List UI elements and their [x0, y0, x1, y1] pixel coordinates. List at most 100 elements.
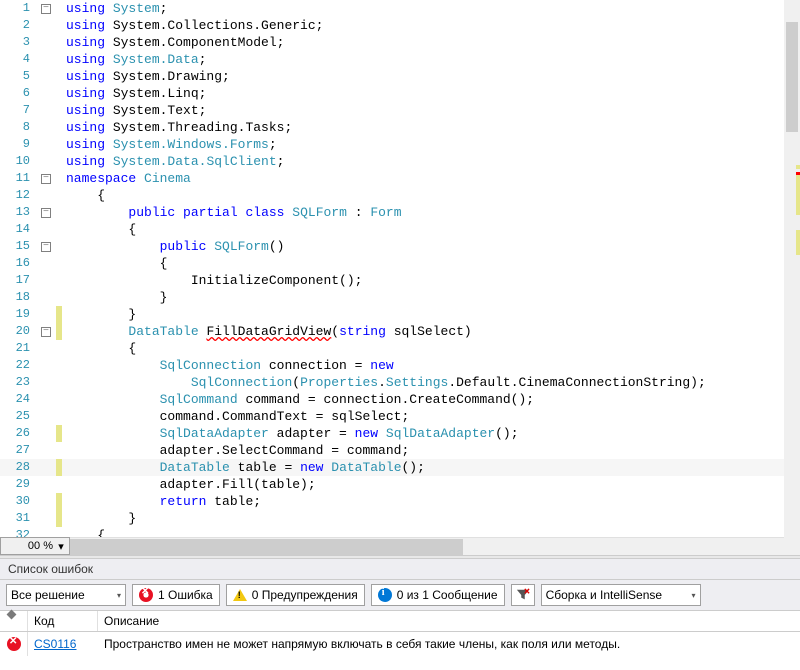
line-number: 29 — [0, 476, 36, 493]
line-number: 5 — [0, 68, 36, 85]
code-line[interactable]: 4 using System.Data; — [0, 51, 800, 68]
code-text: adapter.Fill(table); — [62, 476, 800, 493]
code-line[interactable]: 5using System.Drawing; — [0, 68, 800, 85]
col-desc-header[interactable]: Описание — [98, 611, 800, 631]
fold-gutter — [36, 391, 56, 408]
line-number: 15 — [0, 238, 36, 255]
line-number: 2 — [0, 17, 36, 34]
line-number: 14 — [0, 221, 36, 238]
code-line[interactable]: 2 using System.Collections.Generic; — [0, 17, 800, 34]
chevron-down-icon: ▾ — [117, 591, 121, 600]
warnings-filter-label: 0 Предупреждения — [252, 588, 358, 602]
fold-gutter[interactable]: − — [36, 204, 56, 221]
code-editor[interactable]: 1−using System;2 using System.Collections… — [0, 0, 800, 555]
code-line[interactable]: 8 using System.Threading.Tasks; — [0, 119, 800, 136]
code-line[interactable]: 10using System.Data.SqlClient; — [0, 153, 800, 170]
code-text: { — [62, 187, 800, 204]
line-number: 4 — [0, 51, 36, 68]
filter-icon — [516, 588, 530, 602]
errors-filter-label: 1 Ошибка — [158, 588, 213, 602]
line-number: 19 — [0, 306, 36, 323]
code-text: DataTable table = new DataTable(); — [62, 459, 800, 476]
code-line[interactable]: 14 { — [0, 221, 800, 238]
vertical-scrollbar[interactable] — [784, 0, 800, 537]
code-line[interactable]: 21 { — [0, 340, 800, 357]
code-line[interactable]: 6using System.Linq; — [0, 85, 800, 102]
fold-gutter[interactable]: − — [36, 238, 56, 255]
code-line[interactable]: 13− public partial class SQLForm : Form — [0, 204, 800, 221]
code-line[interactable]: 17 InitializeComponent(); — [0, 272, 800, 289]
fold-gutter — [36, 476, 56, 493]
line-number: 13 — [0, 204, 36, 221]
line-number: 6 — [0, 85, 36, 102]
fold-gutter[interactable]: − — [36, 323, 56, 340]
code-line[interactable]: 11−namespace Cinema — [0, 170, 800, 187]
error-icon — [139, 588, 153, 602]
code-line[interactable]: 18 } — [0, 289, 800, 306]
col-icon-header[interactable] — [0, 611, 28, 631]
fold-gutter — [36, 357, 56, 374]
code-line[interactable]: 15− public SQLForm() — [0, 238, 800, 255]
code-line[interactable]: 12 { — [0, 187, 800, 204]
code-line[interactable]: 25 command.CommandText = sqlSelect; — [0, 408, 800, 425]
errors-filter-button[interactable]: 1 Ошибка — [132, 584, 220, 606]
fold-gutter — [36, 340, 56, 357]
line-number: 10 — [0, 153, 36, 170]
code-line[interactable]: 22 SqlConnection connection = new — [0, 357, 800, 374]
line-number: 24 — [0, 391, 36, 408]
col-code-header[interactable]: Код — [28, 611, 98, 631]
fold-gutter[interactable]: − — [36, 170, 56, 187]
code-line[interactable]: 19 } — [0, 306, 800, 323]
code-text: { — [62, 255, 800, 272]
code-text: using System.Threading.Tasks; — [62, 119, 800, 136]
line-number: 1 — [0, 0, 36, 17]
source-combo[interactable]: Сборка и IntelliSense ▾ — [541, 584, 701, 606]
fold-toggle-icon: − — [41, 4, 51, 14]
error-code-link[interactable]: CS0116 — [28, 632, 98, 656]
code-line[interactable]: 30 return table; — [0, 493, 800, 510]
fold-gutter — [36, 68, 56, 85]
code-line[interactable]: 9using System.Windows.Forms; — [0, 136, 800, 153]
line-number: 23 — [0, 374, 36, 391]
code-text: adapter.SelectCommand = command; — [62, 442, 800, 459]
error-list-header: Код Описание — [0, 610, 800, 632]
code-line[interactable]: 24 SqlCommand command = connection.Creat… — [0, 391, 800, 408]
line-number: 20 — [0, 323, 36, 340]
fold-toggle-icon: − — [41, 327, 51, 337]
code-text: return table; — [62, 493, 800, 510]
fold-gutter — [36, 119, 56, 136]
scope-combo[interactable]: Все решение ▾ — [6, 584, 126, 606]
zoom-value: 00 % — [28, 540, 53, 552]
code-line[interactable]: 7using System.Text; — [0, 102, 800, 119]
code-line[interactable]: 29 adapter.Fill(table); — [0, 476, 800, 493]
error-icon — [7, 637, 21, 651]
fold-gutter — [36, 459, 56, 476]
code-text: public partial class SQLForm : Form — [62, 204, 800, 221]
fold-gutter — [36, 136, 56, 153]
code-line[interactable]: 28 DataTable table = new DataTable(); — [0, 459, 800, 476]
code-text: DataTable FillDataGridView(string sqlSel… — [62, 323, 800, 340]
code-line[interactable]: 23 SqlConnection(Properties.Settings.Def… — [0, 374, 800, 391]
code-text: using System.Collections.Generic; — [62, 17, 800, 34]
messages-filter-button[interactable]: 0 из 1 Сообщение — [371, 584, 505, 606]
code-line[interactable]: 27 adapter.SelectCommand = command; — [0, 442, 800, 459]
code-text: InitializeComponent(); — [62, 272, 800, 289]
fold-gutter[interactable]: − — [36, 0, 56, 17]
zoom-combo[interactable]: 00 % ▾ — [0, 537, 70, 555]
code-line[interactable]: 20− DataTable FillDataGridView(string sq… — [0, 323, 800, 340]
code-line[interactable]: 26 SqlDataAdapter adapter = new SqlDataA… — [0, 425, 800, 442]
fold-gutter — [36, 493, 56, 510]
horizontal-scrollbar[interactable] — [70, 537, 784, 555]
code-line[interactable]: 16 { — [0, 255, 800, 272]
warnings-filter-button[interactable]: 0 Предупреждения — [226, 584, 365, 606]
clear-filter-button[interactable] — [511, 584, 535, 606]
code-text: using System.Data; — [62, 51, 800, 68]
code-line[interactable]: 3using System.ComponentModel; — [0, 34, 800, 51]
code-line[interactable]: 1−using System; — [0, 0, 800, 17]
code-line[interactable]: 31 } — [0, 510, 800, 527]
error-row-icon — [0, 632, 28, 656]
line-number: 8 — [0, 119, 36, 136]
error-row[interactable]: CS0116Пространство имен не может напряму… — [0, 632, 800, 656]
code-text: SqlDataAdapter adapter = new SqlDataAdap… — [62, 425, 800, 442]
code-text: } — [62, 289, 800, 306]
